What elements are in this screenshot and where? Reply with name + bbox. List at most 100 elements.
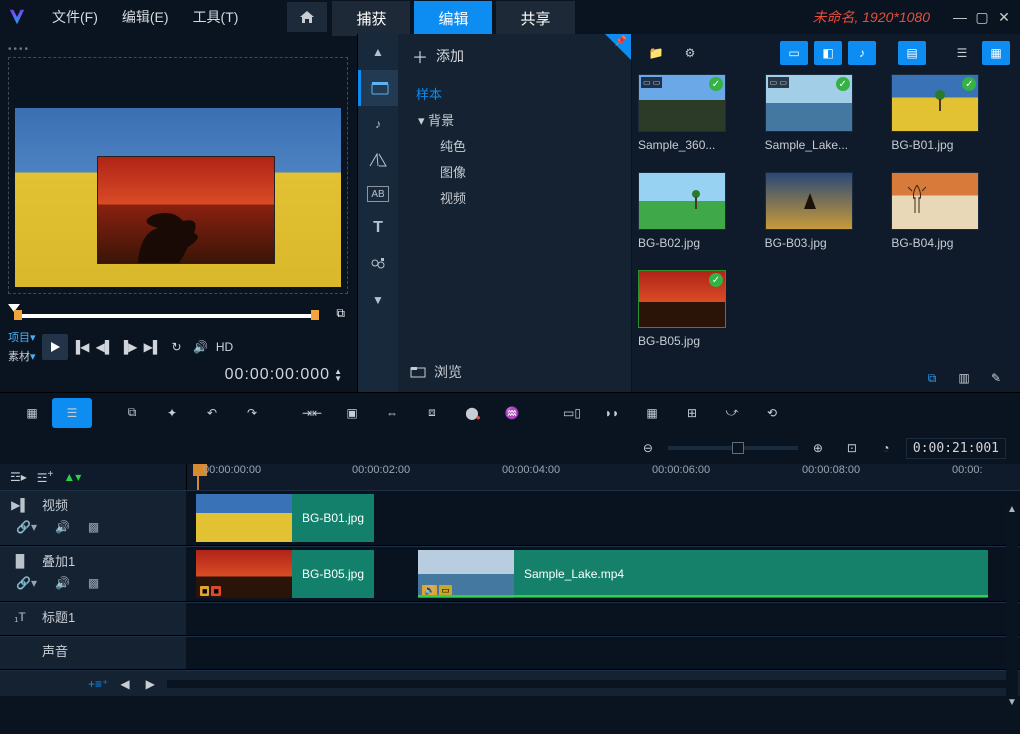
timeline-scrollbar[interactable]: +≡⁺ ◀ ▶ [0, 670, 1020, 696]
clip-bg-b01[interactable]: BG-B01.jpg [196, 494, 406, 542]
tree-sample[interactable]: 样本 [416, 82, 621, 108]
redo-icon[interactable]: ↷ [232, 398, 272, 428]
project-label[interactable]: 项目▾ [8, 329, 36, 345]
add-track-icon[interactable]: +≡⁺ [88, 677, 108, 691]
home-button[interactable] [287, 2, 327, 32]
tree-background[interactable]: ▾ 背景 [416, 108, 621, 134]
browse-button[interactable]: 浏览 [398, 352, 631, 392]
close-button[interactable]: ✕ [996, 9, 1012, 25]
import-folder-icon[interactable]: 📁 [642, 41, 670, 65]
motion-icon[interactable]: ♒ [492, 398, 532, 428]
loop-fx-icon[interactable]: ⟲ [752, 398, 792, 428]
timeline-duration[interactable]: 0:00:21:001 [906, 438, 1006, 459]
tree-video[interactable]: 视频 [416, 186, 621, 212]
filter-video-icon[interactable]: ▭ [780, 41, 808, 65]
minimize-button[interactable]: — [952, 9, 968, 25]
thumb-item[interactable]: BG-B04.jpg [891, 172, 1010, 264]
audio-category-icon[interactable]: ♪ [358, 106, 398, 142]
next-frame-icon[interactable]: ▐▶ [118, 340, 140, 354]
play-button[interactable] [42, 334, 68, 360]
tree-image[interactable]: 图像 [416, 160, 621, 186]
volume-icon[interactable]: 🔊 [190, 340, 212, 354]
fx-lock-icon[interactable]: ▩ [88, 520, 99, 534]
overlay-manager-icon[interactable]: ◗◗ [592, 398, 632, 428]
track-manager-icon[interactable]: ▭▯ [552, 398, 592, 428]
hd-toggle[interactable]: HD [214, 340, 236, 354]
undo-icon[interactable]: ↶ [192, 398, 232, 428]
title-track-icon[interactable]: ₁T [6, 610, 34, 624]
maximize-button[interactable]: ▢ [974, 9, 990, 25]
fx-lock-icon[interactable]: ▩ [88, 576, 99, 590]
menu-file[interactable]: 文件(F) [42, 7, 108, 27]
library-sync-icon[interactable]: ⧉ [918, 366, 946, 390]
chapter-icon[interactable]: ▦ [632, 398, 672, 428]
go-start-icon[interactable]: ▐◀ [70, 340, 92, 354]
subtitle-icon[interactable]: ⊞ [672, 398, 712, 428]
ripple-toggle-icon[interactable]: ▲▾ [63, 470, 81, 484]
material-label[interactable]: 素材▾ [8, 348, 36, 364]
thumb-item[interactable]: BG-B03.jpg [765, 172, 884, 264]
add-media-button[interactable]: ＋添加 📌 [398, 34, 631, 78]
zoom-out-icon[interactable]: ⊖ [634, 436, 662, 460]
pan-icon[interactable]: ⇔ [372, 398, 412, 428]
effects-category-icon[interactable] [358, 246, 398, 282]
scroll-left-icon[interactable]: ◀ [116, 677, 133, 691]
thumb-item[interactable]: ▭ ▭✓ Sample_Lake... [765, 74, 884, 166]
view-list-icon[interactable]: ☰ [948, 41, 976, 65]
color-icon[interactable]: ⬤● [452, 398, 492, 428]
copy-attrs-icon[interactable]: ⧉ [112, 398, 152, 428]
scroll-right-icon[interactable]: ▶ [142, 677, 159, 691]
tab-capture[interactable]: 捕获 [332, 1, 410, 36]
filter-audio-icon[interactable]: ♪ [848, 41, 876, 65]
text-category-icon[interactable]: T [358, 210, 398, 246]
timeline-ruler[interactable]: 00:00:00:00 00:00:02:00 00:00:04:00 00:0… [186, 464, 1020, 490]
fit-project-icon[interactable]: ⊡ [838, 436, 866, 460]
menu-edit[interactable]: 编辑(E) [112, 7, 179, 27]
library-layout-icon[interactable]: ▥ [950, 366, 978, 390]
collapse-up-icon[interactable]: ▲ [358, 34, 398, 70]
preview-timecode[interactable]: 00:00:00:000▲▼ [8, 366, 349, 384]
trim-bar[interactable]: ⧉ [8, 304, 349, 323]
clip-bg-b05[interactable]: BG-B05.jpg ■■ [196, 550, 406, 598]
mute-icon[interactable]: 🔊 [55, 520, 70, 534]
go-end-icon[interactable]: ▶▌ [142, 340, 164, 354]
timeline-view-icon[interactable]: ☰ [52, 398, 92, 428]
view-grid-icon[interactable]: ▦ [982, 41, 1010, 65]
multi-trim-icon[interactable]: ⧈ [412, 398, 452, 428]
menu-tools[interactable]: 工具(T) [183, 7, 249, 27]
transitions-category-icon[interactable] [358, 142, 398, 178]
tab-edit[interactable]: 编辑 [414, 1, 492, 36]
filter-image-icon[interactable]: ◧ [814, 41, 842, 65]
clip-sample-lake[interactable]: Sample_Lake.mp4 🔊▭ [418, 550, 988, 598]
prev-frame-icon[interactable]: ◀▌ [94, 340, 116, 354]
link-icon[interactable]: 🔗▾ [16, 576, 37, 590]
tab-share[interactable]: 共享 [496, 1, 574, 36]
tree-solid[interactable]: 纯色 [416, 134, 621, 160]
gear-icon[interactable]: ⚙ [676, 41, 704, 65]
video-track-icon[interactable]: ▶▌ [6, 498, 34, 512]
expand-down-icon[interactable]: ▼ [358, 282, 398, 318]
trim-icon[interactable]: ⇥⇤ [292, 398, 332, 428]
library-edit-icon[interactable]: ✎ [982, 366, 1010, 390]
playhead[interactable] [197, 464, 199, 490]
mute-icon[interactable]: 🔊 [55, 576, 70, 590]
thumb-item[interactable]: ▭ ▭✓ Sample_360... [638, 74, 757, 166]
track-opts-icon[interactable]: ☲▸ [10, 470, 27, 484]
zoom-slider[interactable] [668, 446, 798, 450]
thumb-item[interactable]: ✓ BG-B05.jpg [638, 270, 757, 362]
zoom-in-icon[interactable]: ⊕ [804, 436, 832, 460]
crop-icon[interactable]: ▣ [332, 398, 372, 428]
link-icon[interactable]: 🔗▾ [16, 520, 37, 534]
titles-category-icon[interactable]: AB [367, 186, 389, 202]
overlay-track-icon[interactable]: ▐▌ [6, 554, 34, 568]
auto-icon[interactable]: ✦ [152, 398, 192, 428]
thumb-item[interactable]: BG-B02.jpg [638, 172, 757, 264]
track-add-icon[interactable]: ☲+ [37, 469, 54, 485]
media-category-icon[interactable] [358, 70, 398, 106]
preview-viewport[interactable] [8, 57, 348, 294]
speed-icon[interactable]: ⤻ [712, 398, 752, 428]
storyboard-view-icon[interactable]: ▦ [12, 398, 52, 428]
thumb-item[interactable]: ✓ BG-B01.jpg [891, 74, 1010, 166]
sort-icon[interactable]: ▤ [898, 41, 926, 65]
timeline-vscrollbar[interactable]: ▲▼ [1006, 504, 1018, 708]
